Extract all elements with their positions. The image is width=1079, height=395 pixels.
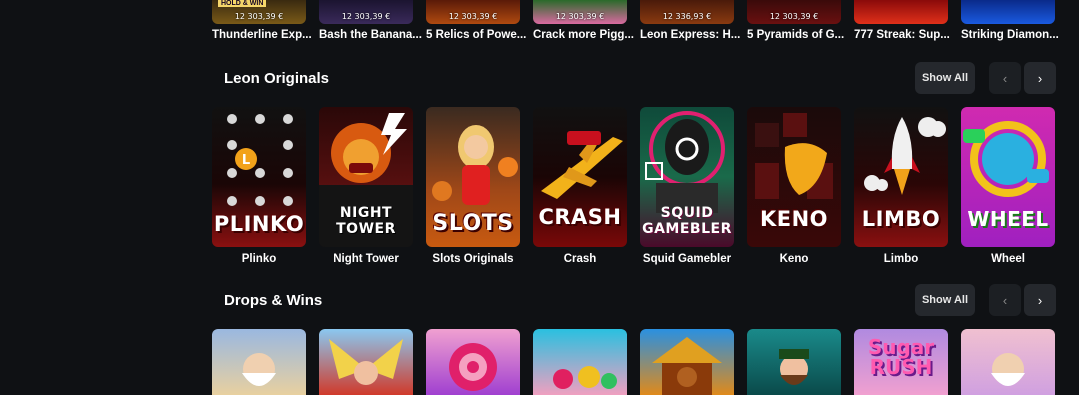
carousel-prev-button[interactable]: ‹ [989, 284, 1021, 316]
game-label[interactable]: Plinko [212, 253, 306, 265]
game-label[interactable]: Night Tower [319, 253, 413, 265]
game-card-squid-gamebler[interactable]: SQUID GAMEBLER [640, 107, 734, 247]
carousel-next-button[interactable]: › [1024, 284, 1056, 316]
game-card-wheel[interactable]: WHEEL [961, 107, 1055, 247]
show-all-button[interactable]: Show All [915, 284, 975, 316]
game-card-drops-1[interactable] [212, 329, 306, 395]
card-art-text: WHEEL [967, 207, 1049, 231]
game-title[interactable]: Thunderline Exp... [212, 29, 316, 41]
game-card-5-relics[interactable]: 12 303,39 € [426, 0, 520, 24]
candy-art [449, 343, 497, 391]
game-card-sugar-rush[interactable]: Sugar RUSH [854, 329, 948, 395]
jackpot-amount: 12 303,39 € [341, 12, 391, 21]
card-art-text: SQUID GAMEBLER [642, 205, 732, 237]
game-card-drops-6[interactable] [747, 329, 841, 395]
game-title[interactable]: 5 Pyramids of G... [747, 29, 851, 41]
goddess-art [329, 339, 403, 385]
game-card-5-pyramids[interactable]: 12 303,39 € [747, 0, 841, 24]
jackpot-amount: 12 303,39 € [769, 12, 819, 21]
game-title[interactable]: 777 Streak: Sup... [854, 29, 958, 41]
game-title[interactable]: Leon Express: H... [640, 29, 744, 41]
jackpot-amount: 12 303,39 € [555, 12, 605, 21]
section-title-drops-wins: Drops & Wins [224, 292, 323, 309]
card-art-text: Sugar RUSH [867, 335, 935, 379]
card-art-text: KENO [759, 207, 829, 231]
card-art-text: PLINKO [213, 212, 305, 236]
section-title-leon-originals: Leon Originals [224, 70, 330, 87]
zeus-art [991, 353, 1025, 386]
game-card-drops-3[interactable] [426, 329, 520, 395]
game-label[interactable]: Crash [533, 253, 627, 265]
carousel-prev-button[interactable]: ‹ [989, 62, 1021, 94]
game-card-drops-8[interactable] [961, 329, 1055, 395]
chevron-right-icon: › [1037, 70, 1043, 86]
game-label[interactable]: Wheel [961, 253, 1055, 265]
game-label[interactable]: Squid Gamebler [640, 253, 734, 265]
game-card-drops-4[interactable] [533, 329, 627, 395]
carousel-next-button[interactable]: › [1024, 62, 1056, 94]
game-title[interactable]: 5 Relics of Powe... [426, 29, 530, 41]
game-card-drops-5[interactable] [640, 329, 734, 395]
dog-house-art [652, 337, 722, 395]
game-card-keno[interactable]: KENO [747, 107, 841, 247]
jackpot-amount: 12 303,39 € [448, 12, 498, 21]
game-card-thunderline[interactable]: HOLD & WIN 12 303,39 € [212, 0, 306, 24]
game-label[interactable]: Slots Originals [426, 253, 520, 265]
game-card-night-tower[interactable]: NIGHT TOWER [319, 107, 413, 247]
jackpot-amount: 12 336,93 € [662, 12, 712, 21]
game-label[interactable]: Limbo [854, 253, 948, 265]
game-card-slots-originals[interactable]: SLOTS [426, 107, 520, 247]
game-card-777-streak[interactable] [854, 0, 948, 24]
game-title[interactable]: Crack more Pigg... [533, 29, 637, 41]
jackpot-amount: 12 303,39 € [234, 12, 284, 21]
game-card-plinko[interactable]: L PLINKO [212, 107, 306, 247]
card-art-text: NIGHT TOWER [336, 205, 396, 237]
fisherman-art [779, 349, 809, 385]
game-card-crash[interactable]: CRASH [533, 107, 627, 247]
chevron-left-icon: ‹ [1002, 70, 1008, 86]
game-tag: HOLD & WIN [218, 0, 267, 7]
sweets-art [553, 366, 617, 389]
game-card-bash-banana[interactable]: 12 303,39 € [319, 0, 413, 24]
game-card-striking-diamonds[interactable] [961, 0, 1055, 24]
chevron-left-icon: ‹ [1002, 292, 1008, 308]
game-title[interactable]: Striking Diamon... [961, 29, 1065, 41]
game-card-leon-express[interactable]: 12 336,93 € [640, 0, 734, 24]
show-all-button[interactable]: Show All [915, 62, 975, 94]
top-games-row: HOLD & WIN 12 303,39 € Thunderline Exp..… [212, 0, 1072, 46]
card-art-text: SLOTS [432, 211, 514, 236]
card-art-text: LIMBO [861, 207, 941, 231]
svg-text:L: L [242, 153, 250, 168]
zeus-art [242, 353, 276, 386]
game-card-crack-piggy[interactable]: 12 303,39 € [533, 0, 627, 24]
game-card-drops-2[interactable] [319, 329, 413, 395]
chevron-right-icon: › [1037, 292, 1043, 308]
game-title[interactable]: Bash the Banana... [319, 29, 423, 41]
game-label[interactable]: Keno [747, 253, 841, 265]
game-card-limbo[interactable]: LIMBO [854, 107, 948, 247]
card-art-text: CRASH [538, 205, 622, 229]
